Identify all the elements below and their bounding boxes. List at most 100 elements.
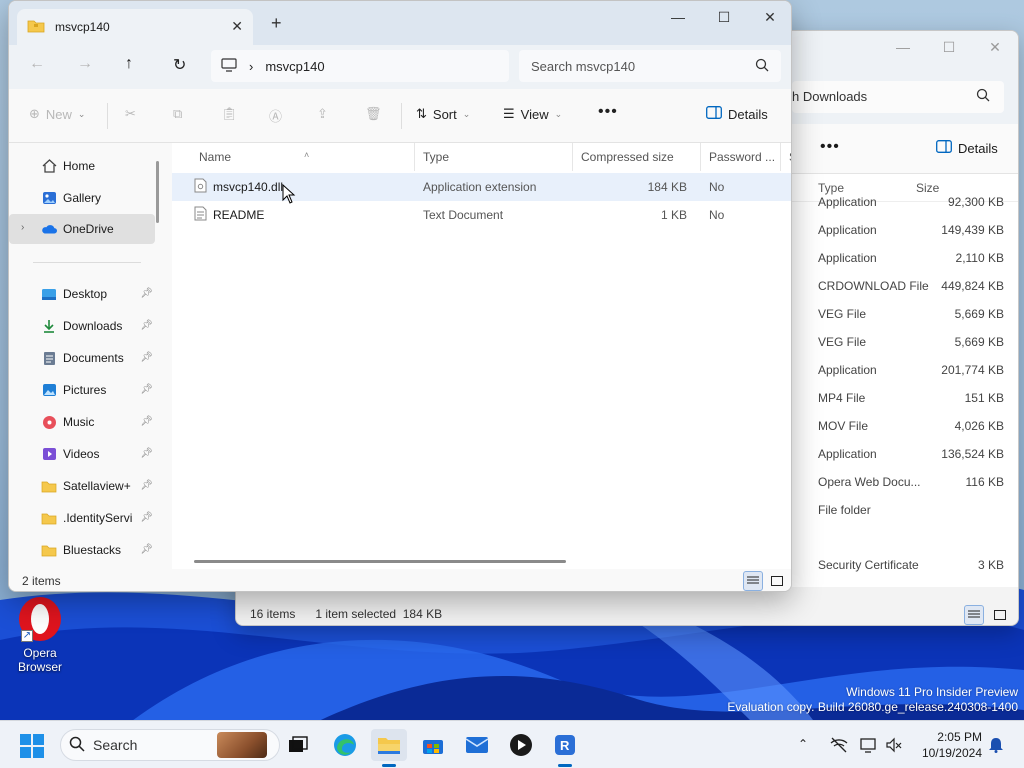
table-row[interactable]: Security Certificate 3 KB [792, 551, 1018, 579]
sidebar-item-downloads[interactable]: Downloads 📌︎ [9, 311, 155, 341]
table-row[interactable]: Application 201,774 KB [792, 356, 1018, 384]
table-row[interactable]: Application 2,110 KB [792, 244, 1018, 272]
pin-icon[interactable]: 📌︎ [140, 288, 153, 299]
tab-msvcp140[interactable]: msvcp140 ✕ [17, 9, 253, 45]
pin-icon[interactable]: 📌︎ [140, 352, 153, 363]
network-off-icon[interactable] [830, 737, 848, 756]
maximize-icon[interactable]: ☐ [701, 1, 747, 33]
row-type: VEG File [818, 307, 867, 321]
explorer-window[interactable]: msvcp140 ✕ + — ☐ ✕ ← → ↑ ↻ › msvcp140 Se… [8, 0, 792, 592]
downloads-details-button[interactable]: Details [936, 140, 998, 156]
taskbar-clock[interactable]: 2:05 PM 10/19/2024 [920, 729, 982, 761]
new-tab-icon[interactable]: + [271, 13, 282, 34]
sort-button[interactable]: ⇅ Sort ⌄ [416, 106, 470, 122]
chevron-up-icon[interactable]: ⌃ [798, 737, 808, 751]
downloads-search-input[interactable]: h Downloads [792, 81, 1004, 113]
chevron-right-icon[interactable]: › [21, 222, 24, 233]
edge-icon[interactable] [327, 729, 363, 761]
details-view-icon[interactable] [743, 571, 763, 591]
table-row[interactable]: Opera Web Docu... 116 KB [792, 468, 1018, 496]
pin-icon[interactable]: 📌︎ [140, 544, 153, 555]
table-row[interactable]: VEG File 5,669 KB [792, 328, 1018, 356]
copy-button[interactable]: ⧉ [173, 106, 182, 122]
sidebar-item-home[interactable]: Home [9, 151, 155, 181]
more-options-icon[interactable]: ••• [820, 138, 840, 156]
sidebar-item-desktop[interactable]: Desktop 📌︎ [9, 279, 155, 309]
volume-muted-icon[interactable] [886, 737, 902, 756]
back-arrow-icon[interactable]: ← [29, 55, 45, 73]
microsoft-store-icon[interactable] [415, 729, 451, 761]
taskbar-search-label: Search [93, 737, 138, 753]
sidebar-item-identityservice[interactable]: .IdentityServi 📌︎ [9, 503, 155, 533]
sidebar-scrollbar[interactable] [156, 161, 159, 223]
breadcrumb-current[interactable]: msvcp140 [265, 59, 324, 74]
table-row[interactable]: Application 136,524 KB [792, 440, 1018, 468]
minimize-icon[interactable]: — [880, 31, 926, 63]
pin-icon[interactable]: 📌︎ [140, 320, 153, 331]
new-button[interactable]: ⊕ New ⌄ [29, 106, 85, 122]
minimize-icon[interactable]: — [655, 1, 701, 33]
table-row[interactable]: Application 149,439 KB [792, 216, 1018, 244]
tiles-view-icon[interactable] [990, 605, 1010, 625]
col-name[interactable]: Name ˄ [172, 143, 415, 171]
file-explorer-icon[interactable] [371, 729, 407, 767]
col-type[interactable]: Type [415, 143, 573, 171]
task-view-icon[interactable] [280, 729, 316, 761]
search-input[interactable]: Search msvcp140 [519, 50, 781, 82]
close-icon[interactable]: ✕ [747, 1, 791, 33]
table-row[interactable]: msvcp140.dll Application extension 184 K… [172, 173, 791, 201]
close-icon[interactable]: ✕ [972, 31, 1018, 63]
col-password[interactable]: Password ... [701, 143, 781, 171]
rename-button[interactable]: Ⓐ [269, 106, 282, 125]
table-row[interactable]: MP4 File 151 KB [792, 384, 1018, 412]
downloads-col-type[interactable]: Type [792, 181, 912, 195]
tiles-view-icon[interactable] [767, 571, 787, 591]
display-icon[interactable] [860, 737, 878, 756]
close-tab-icon[interactable]: ✕ [231, 18, 243, 35]
forward-arrow-icon[interactable]: → [77, 55, 93, 73]
more-options-icon[interactable]: ••• [598, 103, 618, 121]
sidebar-item-satellaview[interactable]: Satellaview+ 📌︎ [9, 471, 155, 501]
refresh-icon[interactable]: ↻ [173, 55, 186, 75]
sidebar-item-onedrive[interactable]: › OneDrive [9, 214, 155, 244]
delete-button[interactable]: 🗑︎ [365, 106, 382, 122]
horizontal-scrollbar[interactable] [194, 560, 566, 563]
cut-button[interactable]: ✂ [125, 106, 136, 122]
pin-icon[interactable]: 📌︎ [140, 512, 153, 523]
table-row[interactable]: VEG File 5,669 KB [792, 300, 1018, 328]
sidebar-item-documents[interactable]: Documents 📌︎ [9, 343, 155, 373]
pin-icon[interactable]: 📌︎ [140, 480, 153, 491]
opera-desktop-shortcut[interactable]: ↗ Opera Browser [10, 596, 70, 674]
sidebar-item-videos[interactable]: Videos 📌︎ [9, 439, 155, 469]
downloads-col-size[interactable]: Size [912, 181, 939, 195]
row-size: 4,026 KB [954, 419, 1004, 433]
taskbar-search[interactable]: Search [60, 729, 280, 761]
windows-start-icon[interactable] [20, 734, 44, 761]
details-view-icon[interactable] [964, 605, 984, 625]
paste-button[interactable]: 📋︎ [221, 106, 238, 122]
details-button[interactable]: Details [706, 106, 768, 122]
col-compressed-size[interactable]: Compressed size [573, 143, 701, 171]
maximize-icon[interactable]: ☐ [926, 31, 972, 63]
mail-icon[interactable] [459, 729, 495, 761]
sidebar-item-gallery[interactable]: Gallery [9, 183, 155, 213]
notification-bell-icon[interactable] [988, 737, 1004, 756]
col-size[interactable]: Si [781, 143, 791, 171]
table-row[interactable]: CRDOWNLOAD File 449,824 KB [792, 272, 1018, 300]
table-row[interactable]: README Text Document 1 KB No [172, 201, 791, 229]
sidebar-item-music[interactable]: Music 📌︎ [9, 407, 155, 437]
table-row[interactable]: File folder [792, 496, 1018, 524]
sidebar-item-bluestacks[interactable]: Bluestacks 📌︎ [9, 535, 155, 565]
pin-icon[interactable]: 📌︎ [140, 384, 153, 395]
revo-app-icon[interactable]: R [547, 729, 583, 767]
sidebar-item-pictures[interactable]: Pictures 📌︎ [9, 375, 155, 405]
pin-icon[interactable]: 📌︎ [140, 448, 153, 459]
media-player-icon[interactable] [503, 729, 539, 761]
table-row[interactable]: MOV File 4,026 KB [792, 412, 1018, 440]
downloads-selection-info: 1 item selected 184 KB [315, 607, 442, 621]
view-button[interactable]: ☰ View ⌄ [503, 106, 562, 122]
share-button[interactable]: ⇪ [317, 106, 328, 122]
breadcrumb[interactable]: › msvcp140 [211, 50, 509, 82]
up-arrow-icon[interactable]: ↑ [125, 55, 133, 73]
pin-icon[interactable]: 📌︎ [140, 416, 153, 427]
